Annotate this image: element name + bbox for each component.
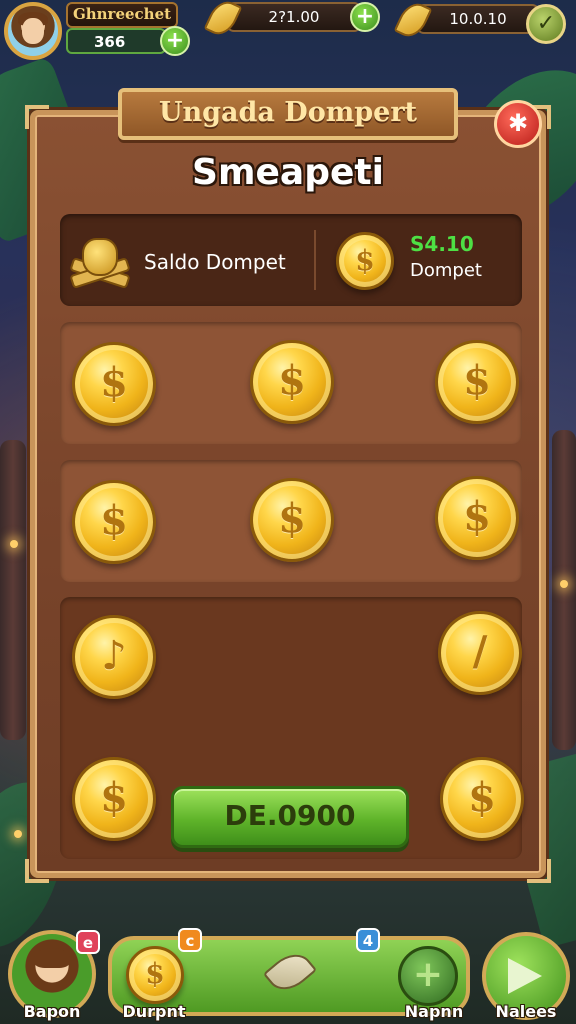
resource-counter-1: 2?1.00 (226, 2, 362, 32)
resource-1-value: 2?1.00 (268, 8, 320, 26)
coin-option[interactable]: $ (440, 757, 524, 841)
nav-next-label: Nalees (495, 1002, 557, 1021)
avatar-icon (34, 948, 70, 968)
nav-profile-badge: e (76, 930, 100, 954)
coin-option[interactable]: $ (72, 757, 156, 841)
close-button[interactable]: ✱ (494, 100, 542, 148)
background-pillar (552, 430, 576, 750)
leaf-currency-icon (393, 0, 433, 42)
balance-divider (314, 230, 316, 290)
coin-option[interactable]: $ (72, 342, 156, 426)
wallet-bag-icon (69, 232, 131, 289)
panel-corner-ornament (25, 859, 49, 883)
panel-title: Ungada Dompert (118, 88, 458, 140)
coin-option[interactable]: $ (435, 340, 519, 424)
balance-label: Saldo Dompet (144, 250, 286, 274)
player-avatar[interactable] (4, 2, 62, 60)
coin-option[interactable]: $ (435, 476, 519, 560)
nav-wallet-badge: c (178, 928, 202, 952)
background-pillar (0, 440, 26, 740)
plus-icon[interactable]: + (398, 946, 458, 1006)
coin-option[interactable]: / (438, 611, 522, 695)
forward-icon (508, 958, 542, 994)
coin-row: $ $ $ (60, 322, 522, 444)
nav-build-label: Napnn (404, 1002, 464, 1021)
panel-corner-ornament (527, 859, 551, 883)
deposit-button[interactable]: DE.0900 (171, 786, 409, 848)
panel-corner-ornament (25, 105, 49, 129)
check-button[interactable]: ✓ (526, 4, 566, 44)
player-profile[interactable]: Ghnreechet 366 + (4, 2, 194, 60)
balance-value: S4.10 (410, 232, 474, 256)
nav-wallet-label: Durpnt (122, 1002, 186, 1021)
balance-coin-icon: $ (336, 232, 394, 290)
add-resource-1-button[interactable]: + (350, 2, 380, 32)
coin-icon[interactable]: $ (126, 946, 184, 1004)
player-name: Ghnreechet (66, 2, 178, 28)
background-lantern (10, 540, 18, 548)
coin-option[interactable]: ♪ (72, 615, 156, 699)
resource-counter-2: 10.0.10 (416, 4, 540, 34)
nav-build-badge: 4 (356, 928, 380, 952)
background-lantern (560, 580, 568, 588)
background-lantern (14, 830, 22, 838)
coin-row: $ $ $ (60, 460, 522, 582)
wallet-balance-bar: Saldo Dompet $ S4.10 Dompet (60, 214, 522, 306)
balance-value-label: Dompet (410, 260, 482, 281)
coin-option[interactable]: $ (72, 480, 156, 564)
avatar-face (22, 18, 44, 44)
player-score: 366 (66, 28, 166, 54)
add-score-button[interactable]: + (160, 26, 190, 56)
coin-option[interactable]: $ (250, 478, 334, 562)
resource-2-value: 10.0.10 (449, 10, 507, 28)
nav-profile-label: Bapon (23, 1002, 81, 1021)
panel-subtitle: Smeapeti (192, 152, 384, 193)
coin-option[interactable]: $ (250, 340, 334, 424)
